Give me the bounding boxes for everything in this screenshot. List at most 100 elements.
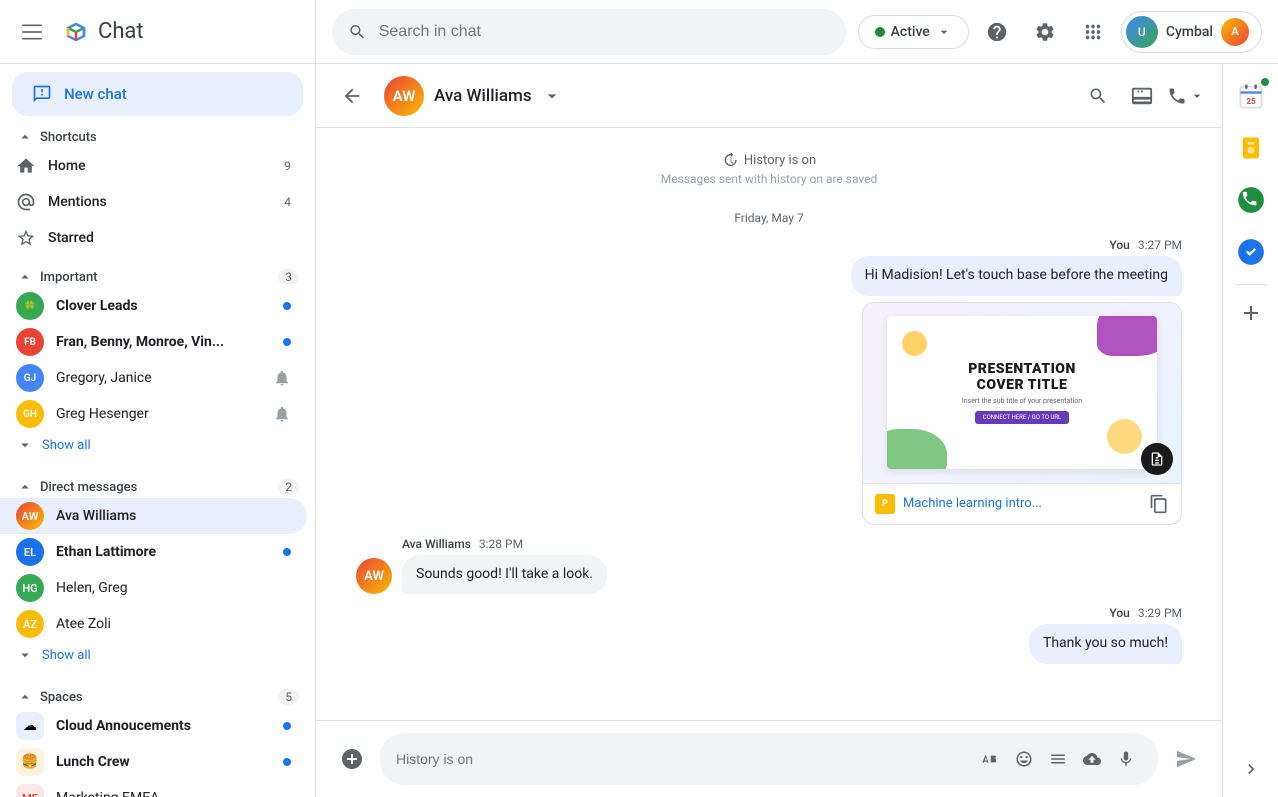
copy-overlay[interactable]: [1141, 443, 1173, 475]
input-area: [316, 720, 1222, 797]
new-chat-icon: [32, 84, 52, 104]
message-row-incoming-1: AW Ava Williams 3:28 PM Sounds good! I'l…: [356, 537, 1182, 595]
msg2-time: 3:28 PM: [479, 537, 523, 551]
right-panel-add-button[interactable]: [1231, 293, 1271, 333]
msg1-time: 3:27 PM: [1138, 238, 1182, 252]
important-count: 3: [278, 269, 299, 285]
dm-count: 2: [278, 479, 299, 495]
attach-button[interactable]: [1042, 743, 1074, 775]
account-button[interactable]: U Cymbal A: [1121, 11, 1262, 53]
chat-user-info[interactable]: AW Ava Williams: [384, 76, 562, 116]
svg-text:25: 25: [1246, 96, 1256, 106]
expand-shortcuts-icon[interactable]: [16, 128, 34, 146]
record-button[interactable]: [1110, 743, 1142, 775]
text-format-button[interactable]: [974, 743, 1006, 775]
attachment-copy-icon[interactable]: [1149, 494, 1169, 514]
settings-button[interactable]: [1025, 12, 1065, 52]
history-notice-sub: Messages sent with history on are saved: [661, 172, 878, 186]
spaces-count: 5: [278, 689, 299, 705]
msg2-sender: Ava Williams: [402, 537, 471, 551]
gregory-janice-label: Gregory, Janice: [56, 370, 261, 386]
attachment-file-icon: P: [875, 494, 895, 514]
lunch-crew-avatar: 🍔: [16, 748, 44, 776]
sidebar-item-helen-greg[interactable]: HG Helen, Greg: [0, 570, 307, 606]
sidebar-item-ava-williams[interactable]: AW Ava Williams: [0, 498, 307, 534]
sidebar-item-cloud-announcements[interactable]: ☁ Cloud Annoucements: [0, 708, 307, 744]
lunch-crew-unread-dot: [283, 758, 291, 766]
ava-williams-avatar: AW: [16, 502, 44, 530]
apps-grid-button[interactable]: [1073, 12, 1113, 52]
right-panel-calendar-icon[interactable]: 25: [1227, 72, 1275, 120]
msg3-bubble: Thank you so much!: [1029, 624, 1182, 664]
right-panel-expand-icon[interactable]: [1231, 749, 1271, 789]
pres-title-line1: PRESENTATION: [968, 361, 1076, 377]
ethan-lattimore-unread-dot: [283, 548, 291, 556]
ethan-lattimore-label: Ethan Lattimore: [56, 544, 271, 560]
sidebar-item-greg-hesenger[interactable]: GH Greg Hesenger: [0, 396, 307, 432]
expand-important-icon[interactable]: [16, 268, 34, 286]
msg2-bubble: Sounds good! I'll take a look.: [402, 555, 607, 595]
avatar: U: [1126, 16, 1158, 48]
app-logo: Chat: [60, 16, 144, 48]
shortcuts-section-header: Shortcuts: [0, 120, 315, 148]
sidebar-item-atee-zoli[interactable]: AZ Atee Zoli: [0, 606, 307, 642]
chat-header: AW Ava Williams: [316, 64, 1222, 128]
back-button[interactable]: [332, 76, 372, 116]
important-label: Important: [40, 270, 272, 285]
greg-hesenger-avatar: GH: [16, 400, 44, 428]
hamburger-icon[interactable]: [12, 12, 52, 52]
dm-show-all-label: Show all: [42, 648, 91, 663]
cloud-announcements-label: Cloud Annoucements: [56, 718, 271, 734]
expand-spaces-icon[interactable]: [16, 688, 34, 706]
expand-dm-icon[interactable]: [16, 478, 34, 496]
sidebar-item-fran-benny[interactable]: FB Fran, Benny, Monroe, Vin...: [0, 324, 307, 360]
sidebar-item-home[interactable]: Home 9: [0, 148, 307, 184]
sidebar-item-mentions[interactable]: Mentions 4: [0, 184, 307, 220]
add-button[interactable]: [332, 739, 372, 779]
sidebar-item-starred[interactable]: Starred: [0, 220, 307, 256]
help-button[interactable]: [977, 12, 1017, 52]
sidebar-item-clover-leads[interactable]: 🍀 Clover Leads: [0, 288, 307, 324]
message-input-box[interactable]: [380, 733, 1158, 785]
right-panel-meet-icon[interactable]: [1227, 176, 1275, 224]
phone-call-button[interactable]: [1166, 76, 1206, 116]
emoji-button[interactable]: [1008, 743, 1040, 775]
video-call-button[interactable]: [1122, 76, 1162, 116]
send-button[interactable]: [1166, 739, 1206, 779]
important-section-header: Important 3: [0, 260, 315, 288]
mentions-count: 4: [284, 195, 291, 209]
new-chat-button[interactable]: New chat: [12, 72, 303, 116]
starred-label: Starred: [48, 230, 291, 246]
right-panel: 25: [1222, 64, 1278, 797]
important-show-all[interactable]: Show all: [0, 432, 315, 458]
message-input[interactable]: [396, 751, 966, 767]
active-label: Active: [891, 24, 930, 40]
right-panel-keep-icon[interactable]: [1227, 124, 1275, 172]
chat-user-name: Ava Williams: [434, 86, 532, 106]
gregory-janice-avatar: GJ: [16, 364, 44, 392]
sidebar-item-marketing-emea[interactable]: ME Marketing EMEA: [0, 780, 307, 797]
bell-muted-icon: [273, 369, 291, 387]
sidebar-item-lunch-crew[interactable]: 🍔 Lunch Crew: [0, 744, 307, 780]
right-panel-tasks-icon[interactable]: [1227, 228, 1275, 276]
dm-show-all[interactable]: Show all: [0, 642, 315, 668]
cloud-announcements-avatar: ☁: [16, 712, 44, 740]
search-chat-button[interactable]: [1078, 76, 1118, 116]
mentions-icon: [16, 192, 36, 212]
ava-incoming-avatar: AW: [356, 558, 392, 594]
atee-zoli-label: Atee Zoli: [56, 616, 291, 632]
search-input[interactable]: [379, 23, 830, 41]
upload-button[interactable]: [1076, 743, 1108, 775]
home-icon: [16, 156, 36, 176]
active-status-button[interactable]: Active: [858, 15, 969, 49]
search-bar[interactable]: [332, 9, 846, 55]
history-notice: History is on Messages sent with history…: [356, 152, 1182, 186]
ava-williams-label: Ava Williams: [56, 508, 291, 524]
lunch-crew-label: Lunch Crew: [56, 754, 271, 770]
attachment-card[interactable]: PRESENTATION COVER TITLE Insert the sub …: [862, 302, 1182, 525]
sidebar-item-ethan-lattimore[interactable]: EL Ethan Lattimore: [0, 534, 307, 570]
sidebar-item-gregory-janice[interactable]: GJ Gregory, Janice: [0, 360, 307, 396]
clover-leads-label: Clover Leads: [56, 298, 271, 314]
home-label: Home: [48, 158, 272, 174]
home-count: 9: [284, 159, 291, 173]
